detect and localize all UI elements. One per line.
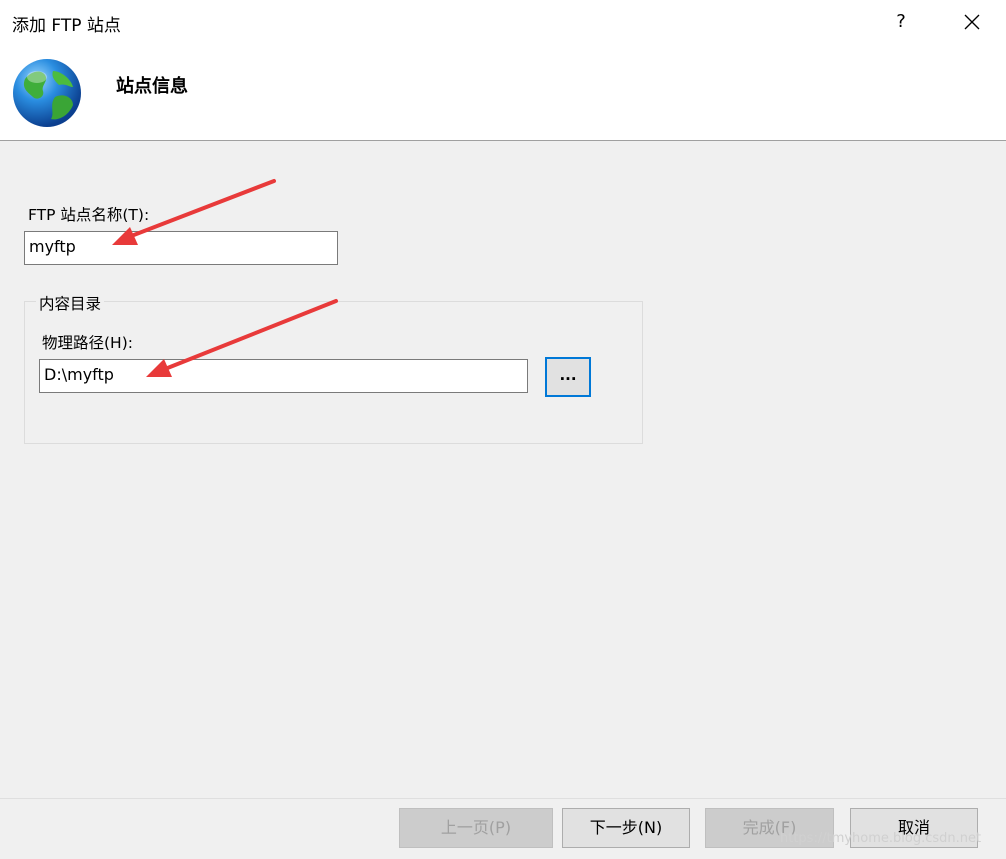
title-bar: 添加 FTP 站点 ? xyxy=(0,0,1006,46)
close-button[interactable] xyxy=(949,0,995,46)
wizard-content: FTP 站点名称(T): myftp 内容目录 物理路径(H): D:\myft… xyxy=(0,141,1006,798)
close-icon xyxy=(964,14,980,30)
browse-button[interactable]: ... xyxy=(545,357,591,397)
next-button[interactable]: 下一步(N) xyxy=(562,808,690,848)
globe-icon xyxy=(13,59,81,127)
help-icon: ? xyxy=(896,11,906,32)
page-title: 站点信息 xyxy=(116,76,188,97)
help-button[interactable]: ? xyxy=(878,0,924,46)
wizard-header: 站点信息 xyxy=(0,46,1006,141)
physical-path-label: 物理路径(H): xyxy=(42,334,133,352)
physical-path-input[interactable]: D:\myftp xyxy=(39,359,528,393)
wizard-footer: 上一页(P) 下一步(N) 完成(F) 取消 xyxy=(0,798,1006,859)
content-directory-label: 内容目录 xyxy=(36,292,105,314)
prev-button[interactable]: 上一页(P) xyxy=(399,808,553,848)
watermark-text: https://tmyhome.blog.csdn.net xyxy=(780,831,982,846)
site-name-input[interactable]: myftp xyxy=(24,231,338,265)
window-title: 添加 FTP 站点 xyxy=(12,16,121,36)
site-name-label: FTP 站点名称(T): xyxy=(28,206,150,224)
